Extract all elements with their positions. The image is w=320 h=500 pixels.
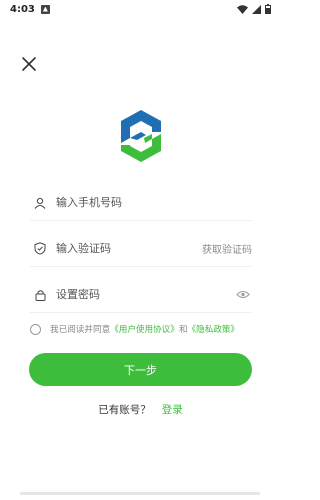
battery-icon <box>265 4 271 14</box>
close-button[interactable] <box>19 54 39 74</box>
agreement-and: 和 <box>178 325 188 335</box>
agree-radio[interactable] <box>30 323 41 335</box>
password-input[interactable] <box>56 288 236 301</box>
status-bar: 4:03 <box>0 0 281 18</box>
wifi-icon <box>237 4 248 14</box>
login-link[interactable]: 登录 <box>162 402 183 417</box>
privacy-policy-link[interactable]: 《隐私政策》 <box>188 323 240 335</box>
shield-icon <box>33 242 47 256</box>
phone-field <box>30 185 252 221</box>
eye-icon[interactable] <box>236 289 252 301</box>
signal-icon <box>252 4 261 14</box>
user-agreement-link[interactable]: 《用户使用协议》 <box>110 323 179 335</box>
status-time: 4:03 <box>10 3 35 15</box>
password-field <box>30 277 252 313</box>
phone-input[interactable] <box>56 196 252 209</box>
lock-icon <box>33 288 47 302</box>
agreement-prefix: 我已阅读并同意 <box>50 325 111 335</box>
status-icons <box>237 4 271 14</box>
code-input[interactable] <box>56 242 202 255</box>
code-field: 获取验证码 <box>30 231 252 267</box>
notification-icon <box>40 4 50 14</box>
agreement-row: 我已阅读并同意 《用户使用协议》 和 《隐私政策》 <box>30 322 270 336</box>
login-question: 已有账号？ <box>98 404 151 416</box>
next-button[interactable]: 下一步 <box>29 353 252 386</box>
login-row: 已有账号？ 登录 <box>0 402 281 417</box>
get-code-button[interactable]: 获取验证码 <box>202 241 252 256</box>
app-logo <box>116 108 166 164</box>
user-icon <box>33 196 47 210</box>
home-indicator <box>20 492 260 495</box>
close-icon <box>22 57 36 71</box>
